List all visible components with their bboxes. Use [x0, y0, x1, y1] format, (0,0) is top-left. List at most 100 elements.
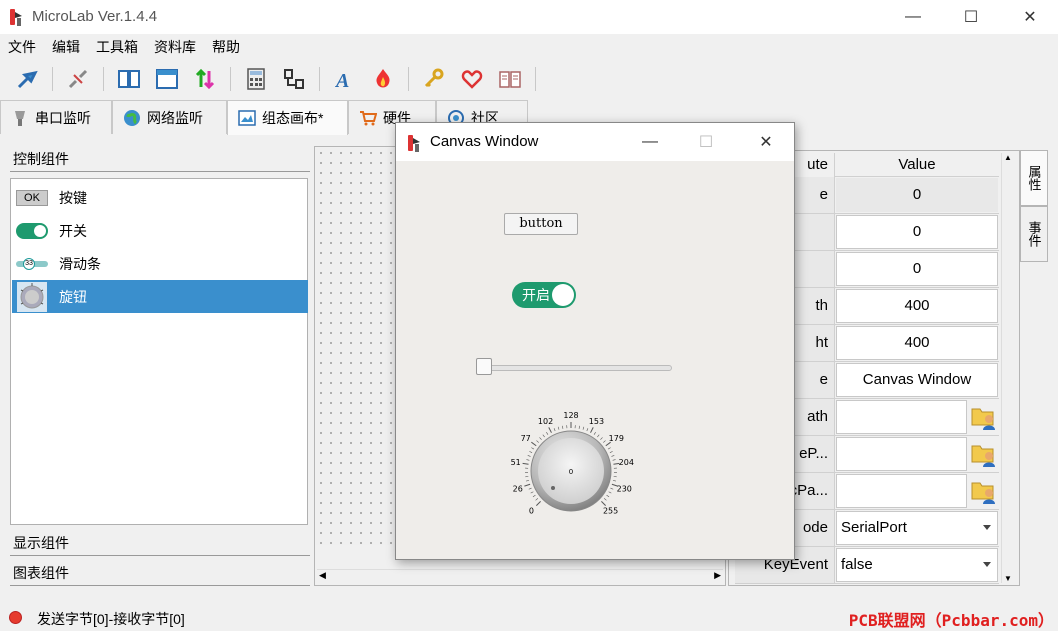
side-tabs: 属性 事件 [1020, 150, 1048, 270]
connect-icon[interactable] [12, 64, 42, 94]
property-path-input[interactable] [836, 400, 967, 434]
toolbar-separator [535, 67, 536, 91]
status-bar: 发送字节[0]-接收字节[0] PCB联盟网（Pcbbar.com） [0, 603, 1058, 631]
toolbar-separator [319, 67, 320, 91]
serial-port-icon [15, 110, 25, 126]
property-value: 0 [836, 178, 998, 212]
property-title-input[interactable]: Canvas Window [836, 363, 998, 397]
folder-user-icon[interactable] [971, 403, 997, 431]
tab-network-monitor[interactable]: 网络监听 [112, 100, 227, 134]
vertical-scrollbar[interactable]: ▲ ▼ [1001, 153, 1015, 583]
knob-tick [608, 491, 612, 494]
mode-select[interactable]: SerialPort [836, 511, 998, 545]
folder-user-icon[interactable] [971, 440, 997, 468]
calculator-icon[interactable] [241, 64, 271, 94]
property-x-input[interactable]: 0 [836, 215, 998, 249]
knob-tick [539, 437, 542, 440]
menu-edit[interactable]: 编辑 [52, 37, 80, 57]
book-icon[interactable] [495, 64, 525, 94]
header-value: Value [898, 156, 936, 173]
tab-canvas[interactable]: 组态画布* [227, 100, 348, 135]
mode-select-value: SerialPort [841, 519, 907, 536]
menu-library[interactable]: 资料库 [154, 37, 196, 57]
knob-tick-label: 51 [511, 458, 521, 467]
knob-tick [526, 459, 530, 461]
menu-toolbox[interactable]: 工具箱 [96, 37, 138, 57]
close-button[interactable]: ✕ [1000, 0, 1058, 34]
component-button[interactable]: OK 按键 [12, 181, 308, 214]
component-list: OK 按键 开关 33 滑动条 旋钮 [10, 178, 308, 525]
layout-icon[interactable] [152, 64, 182, 94]
tab-serial-monitor[interactable]: 串口监听 [0, 100, 112, 134]
knob-tick [603, 498, 607, 501]
scroll-left-arrow-icon[interactable]: ◀ [319, 570, 326, 581]
preview-slider-track[interactable] [476, 365, 672, 371]
cart-icon [360, 110, 377, 125]
network-tool-icon[interactable] [279, 64, 309, 94]
disconnect-icon[interactable] [63, 64, 93, 94]
control-components-header[interactable]: 控制组件 [10, 148, 310, 172]
canvas-close-button[interactable]: ✕ [738, 123, 794, 161]
preview-button[interactable]: button [504, 213, 578, 235]
app-logo-icon [408, 135, 420, 152]
preview-switch[interactable]: 开启 [512, 282, 576, 308]
font-icon[interactable]: A [330, 64, 360, 94]
canvas-window-title: Canvas Window [430, 133, 539, 150]
knob-tick [553, 428, 556, 432]
scroll-up-arrow-icon[interactable]: ▲ [1004, 153, 1012, 162]
canvas-minimize-button[interactable]: — [622, 123, 678, 161]
maximize-button[interactable]: ☐ [941, 0, 1001, 34]
property-y-input[interactable]: 0 [836, 252, 998, 286]
component-label: 按键 [59, 189, 87, 206]
toolbar-separator [408, 67, 409, 91]
canvas-window-titlebar[interactable]: Canvas Window — ☐ ✕ [396, 123, 794, 161]
preview-knob[interactable]: 0 0 26 51 77 102 128 153 179 204 230 255 [496, 411, 646, 521]
component-switch[interactable]: 开关 [12, 214, 308, 247]
toolbar-separator [52, 67, 53, 91]
knob-tick [532, 494, 536, 498]
knob-tick [606, 494, 610, 498]
transfer-icon[interactable] [190, 64, 220, 94]
tab-properties[interactable]: 属性 [1020, 150, 1048, 206]
knob-tick-label: 153 [589, 417, 604, 426]
knob-tick [600, 437, 603, 440]
minimize-button[interactable]: — [883, 0, 943, 34]
component-knob[interactable]: 旋钮 [12, 280, 308, 313]
tab-label: 网络监听 [147, 109, 203, 126]
tab-events[interactable]: 事件 [1020, 206, 1048, 262]
knob-tick-label: 179 [609, 434, 624, 443]
split-view-icon[interactable] [114, 64, 144, 94]
component-panel: 控制组件 OK 按键 开关 33 滑动条 旋钮 显示组件 图表组件 [0, 134, 314, 592]
menu-help[interactable]: 帮助 [212, 37, 240, 57]
folder-user-icon[interactable] [971, 477, 997, 505]
scroll-down-arrow-icon[interactable]: ▼ [1004, 574, 1012, 583]
app-title: MicroLab Ver.1.4.4 [32, 8, 158, 25]
knob-value: 0 [569, 468, 573, 476]
property-path-input[interactable] [836, 474, 967, 508]
property-width-input[interactable]: 400 [836, 289, 998, 323]
horizontal-scrollbar[interactable]: ◀ ▶ [317, 569, 723, 583]
tab-label: 串口监听 [35, 109, 91, 126]
display-components-header[interactable]: 显示组件 [10, 532, 310, 556]
connection-status-icon [9, 611, 22, 624]
knob-tick [529, 451, 533, 453]
knob-tick [612, 459, 616, 461]
canvas-window[interactable]: Canvas Window — ☐ ✕ button 开启 0 0 26 51 77 1… [395, 122, 795, 560]
switch-knob [552, 284, 574, 306]
preview-slider-handle[interactable] [476, 358, 492, 375]
chevron-down-icon [983, 525, 991, 530]
property-height-input[interactable]: 400 [836, 326, 998, 360]
knob-tick [590, 427, 594, 433]
menu-file[interactable]: 文件 [8, 37, 36, 57]
knob-tick [597, 434, 600, 438]
ok-button-glyph: OK [16, 189, 48, 206]
heart-icon[interactable] [457, 64, 487, 94]
title-bar: MicroLab Ver.1.4.4 — ☐ ✕ [0, 0, 1058, 34]
component-slider[interactable]: 33 滑动条 [12, 247, 308, 280]
key-icon[interactable] [419, 64, 449, 94]
chart-components-header[interactable]: 图表组件 [10, 562, 310, 586]
scroll-right-arrow-icon[interactable]: ▶ [714, 570, 721, 581]
property-path-input[interactable] [836, 437, 967, 471]
key-event-select[interactable]: false [836, 548, 998, 582]
flame-icon[interactable] [368, 64, 398, 94]
